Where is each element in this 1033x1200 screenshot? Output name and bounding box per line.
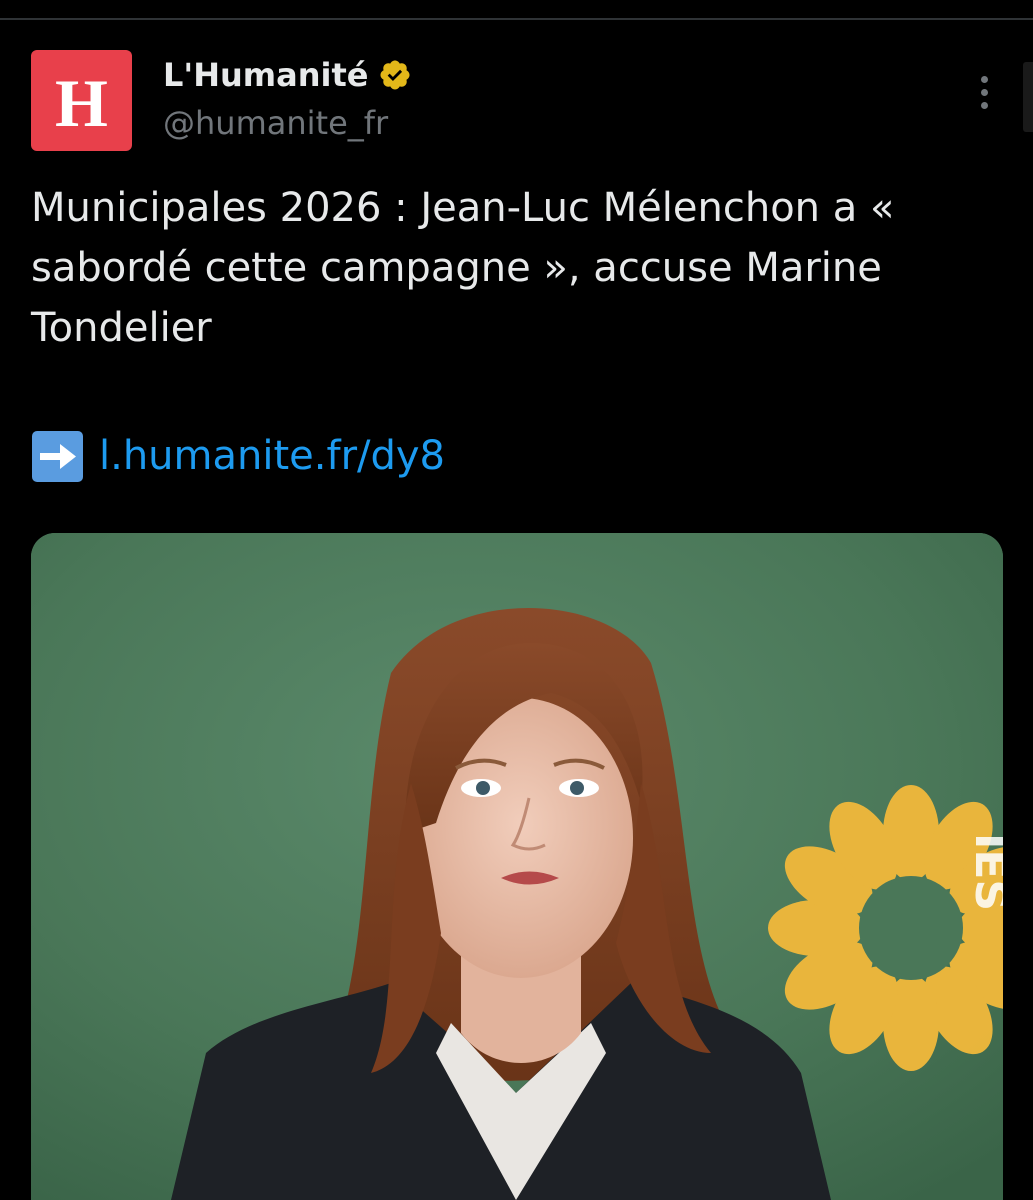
more-vertical-icon <box>980 75 988 83</box>
watermark-text: IES <box>965 833 1003 911</box>
handle[interactable]: @humanite_fr <box>163 104 412 142</box>
photo-illustration: IES <box>31 533 1003 1200</box>
more-dot <box>980 101 988 109</box>
avatar-logo-letter: H <box>55 64 108 141</box>
more-dot <box>980 88 988 96</box>
avatar[interactable]: H <box>31 50 132 151</box>
name-row: L'Humanité <box>163 52 412 98</box>
verified-badge-icon <box>378 58 412 92</box>
tweet-text: Municipales 2026 : Jean-Luc Mélenchon a … <box>31 185 895 351</box>
right-arrow-emoji-icon <box>32 430 83 482</box>
display-name[interactable]: L'Humanité <box>163 56 368 94</box>
tweet-media-photo[interactable]: IES <box>31 533 1003 1200</box>
tweet-screen: H L'Humanité @humanite_fr Municipales 20… <box>0 0 1033 1200</box>
more-options-button[interactable] <box>964 72 1004 112</box>
author-block: L'Humanité @humanite_fr <box>163 52 412 142</box>
scroll-edge <box>1023 62 1033 132</box>
tweet-link[interactable]: l.humanite.fr/dy8 <box>99 433 445 479</box>
top-divider <box>0 0 1033 20</box>
link-row: l.humanite.fr/dy8 <box>32 425 445 487</box>
